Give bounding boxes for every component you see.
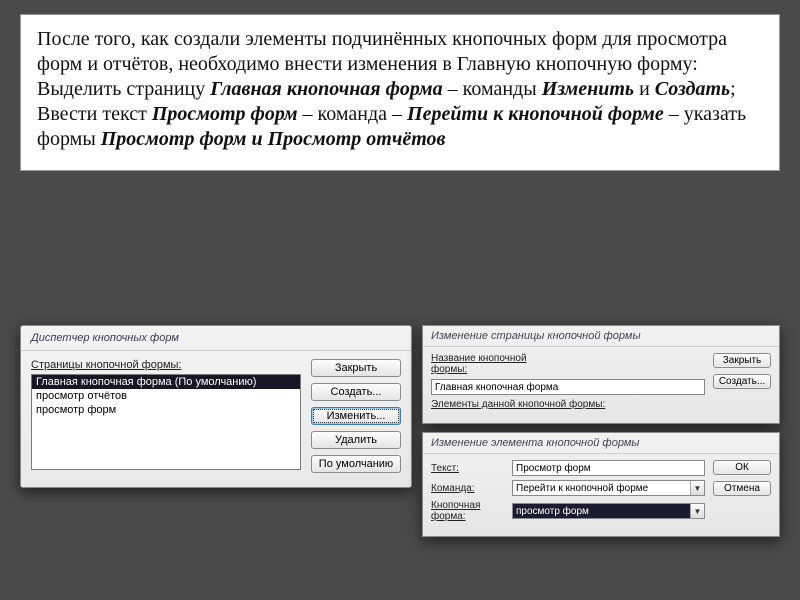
text: Выделить страницу: [37, 78, 210, 100]
form-input[interactable]: [512, 503, 705, 519]
edit-button[interactable]: Изменить...: [311, 407, 401, 425]
slide: После того, как создали элементы подчинё…: [20, 14, 780, 171]
text: ;: [730, 78, 736, 100]
chevron-down-icon[interactable]: ▼: [690, 481, 704, 495]
form-combo[interactable]: ▼: [512, 503, 705, 519]
dialog-title: Изменение страницы кнопочной формы: [423, 326, 779, 347]
intro-paragraph: После того, как создали элементы подчинё…: [37, 27, 763, 77]
button-column: ОК Отмена: [713, 460, 771, 526]
edit-page-dialog: Изменение страницы кнопочной формы Назва…: [422, 325, 780, 424]
button-column: Закрыть Создать... Изменить... Удалить П…: [311, 359, 401, 473]
fields: Текст: Команда: ▼ Кнопочная форма:: [431, 460, 705, 526]
form-row: Кнопочная форма: ▼: [431, 500, 705, 522]
text: – команда –: [298, 103, 407, 125]
delete-button[interactable]: Удалить: [311, 431, 401, 449]
fields: Название кнопочной формы: Элементы данно…: [431, 353, 705, 413]
text: После того, как создали элементы подчинё…: [37, 28, 727, 75]
step-2: Ввести текст Просмотр форм – команда – П…: [37, 102, 763, 152]
name-label: Название кнопочной формы:: [431, 353, 541, 375]
dialogs-row: Диспетчер кнопочных форм Страницы кнопоч…: [20, 325, 780, 537]
default-button[interactable]: По умолчанию: [311, 455, 401, 473]
dialog-title: Диспетчер кнопочных форм: [21, 326, 411, 351]
cancel-button[interactable]: Отмена: [713, 481, 771, 496]
command-combo[interactable]: ▼: [512, 480, 705, 496]
text: – команды: [443, 78, 542, 100]
text-emph: Перейти к кнопочной форме: [407, 103, 664, 125]
dialog-body: Название кнопочной формы: Элементы данно…: [423, 347, 779, 423]
field-row: Название кнопочной формы:: [431, 353, 705, 375]
text-label: Текст:: [431, 463, 506, 474]
new-button[interactable]: Создать...: [713, 374, 771, 389]
elements-label: Элементы данной кнопочной формы:: [431, 399, 705, 410]
step-1: Выделить страницу Главная кнопочная форм…: [37, 77, 763, 102]
edit-element-dialog: Изменение элемента кнопочной формы Текст…: [422, 432, 780, 537]
text-emph: Создать: [655, 78, 730, 100]
command-row: Команда: ▼: [431, 480, 705, 496]
dialog-body: Текст: Команда: ▼ Кнопочная форма:: [423, 454, 779, 536]
button-column: Закрыть Создать...: [713, 353, 771, 413]
close-button[interactable]: Закрыть: [713, 353, 771, 368]
pages-label: Страницы кнопочной формы:: [31, 359, 301, 371]
text-input[interactable]: [512, 460, 705, 476]
command-input[interactable]: [512, 480, 705, 496]
list-item[interactable]: просмотр форм: [32, 403, 300, 417]
form-label: Кнопочная форма:: [431, 500, 506, 522]
ok-button[interactable]: ОК: [713, 460, 771, 475]
chevron-down-icon[interactable]: ▼: [690, 504, 704, 518]
text-emph: Изменить: [542, 78, 634, 100]
dialog-title: Изменение элемента кнопочной формы: [423, 433, 779, 454]
text: и: [634, 78, 655, 100]
text-emph: Просмотр форм и Просмотр отчётов: [101, 128, 446, 150]
switchboard-manager-dialog: Диспетчер кнопочных форм Страницы кнопоч…: [20, 325, 412, 488]
pages-listbox[interactable]: Главная кнопочная форма (По умолчанию) п…: [31, 374, 301, 470]
list-item[interactable]: просмотр отчётов: [32, 389, 300, 403]
command-label: Команда:: [431, 483, 506, 494]
new-button[interactable]: Создать...: [311, 383, 401, 401]
name-input[interactable]: [431, 379, 705, 395]
text-emph: Главная кнопочная форма: [210, 78, 442, 100]
text-row: Текст:: [431, 460, 705, 476]
list-item[interactable]: Главная кнопочная форма (По умолчанию): [32, 375, 300, 389]
pages-panel: Страницы кнопочной формы: Главная кнопоч…: [31, 359, 301, 473]
close-button[interactable]: Закрыть: [311, 359, 401, 377]
dialog-body: Страницы кнопочной формы: Главная кнопоч…: [21, 351, 411, 487]
text: Ввести текст: [37, 103, 152, 125]
right-column: Изменение страницы кнопочной формы Назва…: [422, 325, 780, 537]
text-emph: Просмотр форм: [152, 103, 298, 125]
